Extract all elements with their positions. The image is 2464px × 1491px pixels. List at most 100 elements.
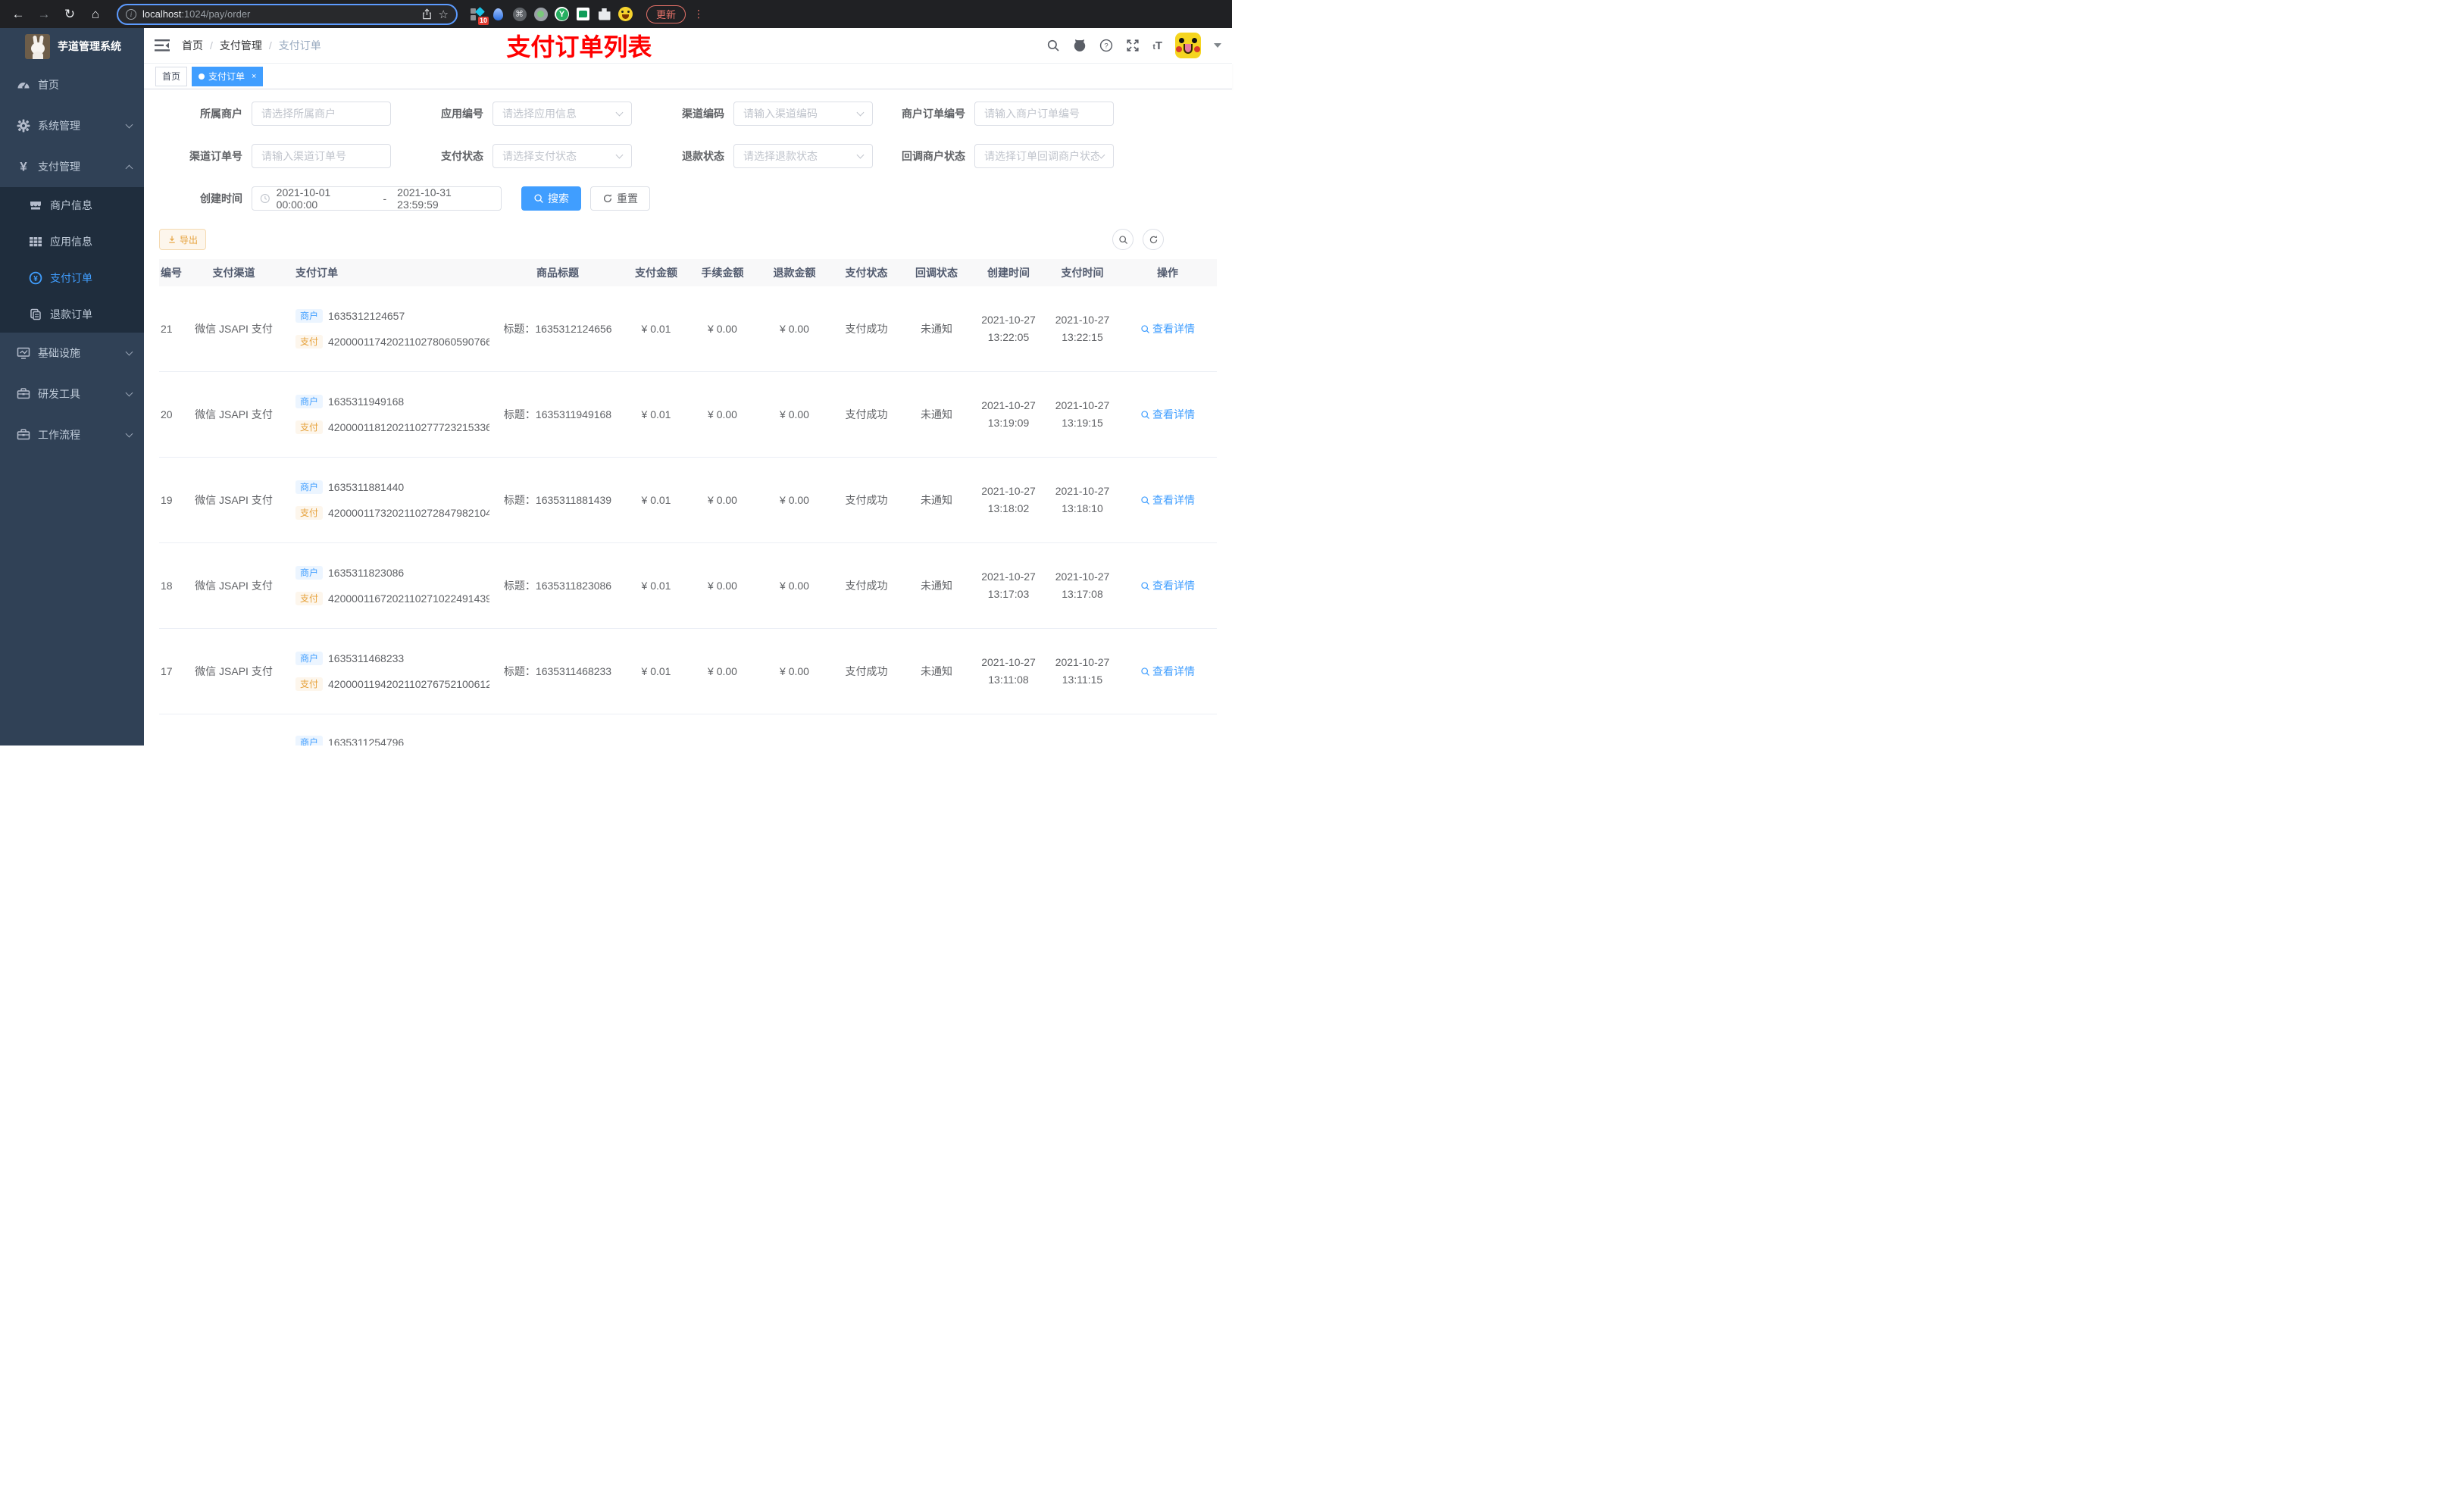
table-row: 19 微信 JSAPI 支付 商户 1635311881440 支付 4200001… (159, 458, 1217, 543)
sidebar-item-pay-order[interactable]: 支付订单 (0, 260, 144, 296)
tags-view: 首页 支付订单 × (144, 64, 1232, 89)
sidebar: 芋道管理系统 首页 系统管理 支付管理 商户信息 应用信息 支付订单 退款订单 … (0, 28, 144, 746)
tab-home[interactable]: 首页 (155, 66, 188, 86)
puzzle-extensions-icon[interactable] (597, 7, 611, 21)
app-filter-select[interactable]: 请选择应用信息 (492, 102, 632, 126)
y-extension-icon[interactable]: Y (555, 7, 569, 21)
address-bar[interactable]: i localhost:1024/pay/order ☆ (117, 3, 458, 25)
search-icon[interactable] (1046, 39, 1060, 52)
create-time-filter-label: 创建时间 (200, 192, 242, 205)
help-icon[interactable] (1099, 39, 1113, 52)
channel-order-no: 4200001174202110278060590766 (328, 336, 489, 348)
breadcrumb-payment[interactable]: 支付管理 (220, 38, 262, 53)
download-icon (167, 235, 177, 244)
sidebar-item-home[interactable]: 首页 (0, 64, 144, 105)
channel-order-no: 4200001167202110271022491439 (328, 592, 489, 605)
share-icon[interactable] (421, 8, 433, 20)
sidebar-item-merchant-info[interactable]: 商户信息 (0, 187, 144, 223)
merchant-tag: 商户 (295, 566, 324, 580)
view-detail-link[interactable]: 查看详情 (1140, 321, 1195, 336)
payment-submenu: 商户信息 应用信息 支付订单 退款订单 (0, 187, 144, 333)
create-time-range-picker[interactable]: 2021-10-01 00:00:00 - 2021-10-31 23:59:5… (252, 186, 502, 211)
search-icon (1118, 235, 1128, 245)
sidebar-item-app-info[interactable]: 应用信息 (0, 223, 144, 260)
chat-extension-icon[interactable] (576, 7, 590, 21)
merchant-order-no: 1635311949168 (328, 395, 405, 408)
documents-icon (29, 308, 42, 321)
refresh-table-button[interactable] (1143, 229, 1164, 250)
reset-button[interactable]: 重置 (590, 186, 650, 211)
dot-extension-icon[interactable] (533, 7, 548, 21)
browser-home-button[interactable]: ⌂ (85, 4, 106, 25)
refresh-icon (602, 193, 613, 204)
chevron-down-icon (856, 151, 865, 159)
merchant-order-no-filter-input[interactable] (974, 102, 1114, 126)
site-info-icon[interactable]: i (126, 8, 136, 20)
briefcase-icon (17, 428, 30, 442)
browser-update-button[interactable]: 更新 (646, 5, 686, 23)
toolbox-icon (17, 387, 30, 401)
fullscreen-icon[interactable] (1126, 39, 1140, 52)
channel-order-no: 4200001194202110276752100612 (328, 678, 489, 690)
tampermonkey-extension-icon[interactable]: 10 (470, 7, 489, 25)
command-extension-icon[interactable]: ⌘ (512, 7, 527, 21)
browser-forward-button[interactable]: → (33, 4, 55, 25)
table-row: 商户 1635311254796 (159, 714, 1217, 746)
browser-reload-button[interactable]: ↻ (59, 4, 80, 25)
refresh-icon (1149, 235, 1159, 245)
sidebar-item-refund-order[interactable]: 退款订单 (0, 296, 144, 333)
page-banner: 支付订单列表 (506, 33, 652, 61)
chevron-down-icon (125, 389, 133, 397)
sidebar-toggle-icon[interactable] (155, 39, 170, 52)
table-row: 21 微信 JSAPI 支付 商户 1635312124657 支付 4200001… (159, 286, 1217, 372)
sidebar-item-dev-tools[interactable]: 研发工具 (0, 374, 144, 414)
search-button[interactable]: 搜索 (521, 186, 581, 211)
clock-icon (260, 193, 270, 204)
sidebar-item-system[interactable]: 系统管理 (0, 105, 144, 146)
chevron-down-icon (125, 120, 133, 129)
toggle-search-button[interactable] (1112, 229, 1134, 250)
pay-tag: 支付 (295, 592, 324, 605)
font-size-icon[interactable]: tT (1152, 39, 1162, 52)
close-tab-icon[interactable]: × (252, 72, 256, 81)
merchant-order-no: 1635311823086 (328, 567, 405, 579)
view-detail-link[interactable]: 查看详情 (1140, 492, 1195, 508)
view-detail-link[interactable]: 查看详情 (1140, 578, 1195, 593)
browser-back-button[interactable]: ← (8, 4, 29, 25)
github-icon[interactable] (1073, 39, 1087, 52)
url-text: localhost:1024/pay/order (142, 8, 251, 20)
user-caret-icon[interactable] (1214, 43, 1221, 48)
channel-order-no-filter-input[interactable] (252, 144, 391, 168)
tab-pay-order[interactable]: 支付订单 × (192, 66, 264, 86)
view-detail-link[interactable]: 查看详情 (1140, 407, 1195, 422)
logo[interactable]: 芋道管理系统 (0, 28, 144, 64)
sidebar-item-infrastructure[interactable]: 基础设施 (0, 333, 144, 374)
logo-image (25, 33, 50, 59)
avatar[interactable] (1175, 33, 1201, 58)
balloon-extension-icon[interactable] (491, 7, 505, 21)
pay-tag: 支付 (295, 506, 324, 520)
breadcrumb-home[interactable]: 首页 (182, 38, 203, 53)
export-button[interactable]: 导出 (159, 229, 207, 250)
merchant-filter-input[interactable] (252, 102, 391, 126)
chevron-down-icon (615, 151, 624, 159)
channel-code-filter-select[interactable]: 请输入渠道编码 (733, 102, 873, 126)
view-detail-link[interactable]: 查看详情 (1140, 664, 1195, 679)
search-icon (1140, 667, 1150, 677)
chevron-up-icon (125, 164, 133, 172)
chevron-down-icon (1097, 151, 1105, 159)
pay-status-filter-select[interactable]: 请选择支付状态 (492, 144, 632, 168)
navbar-actions: tT (1046, 33, 1221, 58)
pay-order-table: 编号 支付渠道 支付订单 商品标题 支付金额 手续金额 退款金额 支付状态 回调… (159, 259, 1217, 746)
sidebar-item-payment[interactable]: 支付管理 (0, 146, 144, 187)
refund-status-filter-select[interactable]: 请选择退款状态 (733, 144, 873, 168)
browser-menu-icon[interactable]: ⋮ (693, 8, 704, 20)
sidebar-item-workflow[interactable]: 工作流程 (0, 414, 144, 455)
navbar: 首页 / 支付管理 / 支付订单 支付订单列表 tT (144, 28, 1232, 64)
emoji-extension-icon[interactable] (618, 7, 633, 21)
date-range-start: 2021-10-01 00:00:00 (276, 186, 331, 211)
search-icon (1140, 581, 1150, 591)
callback-status-filter-select[interactable]: 请选择订单回调商户状态 (974, 144, 1114, 168)
active-tab-dot (199, 73, 205, 80)
bookmark-star-icon[interactable]: ☆ (439, 8, 449, 21)
